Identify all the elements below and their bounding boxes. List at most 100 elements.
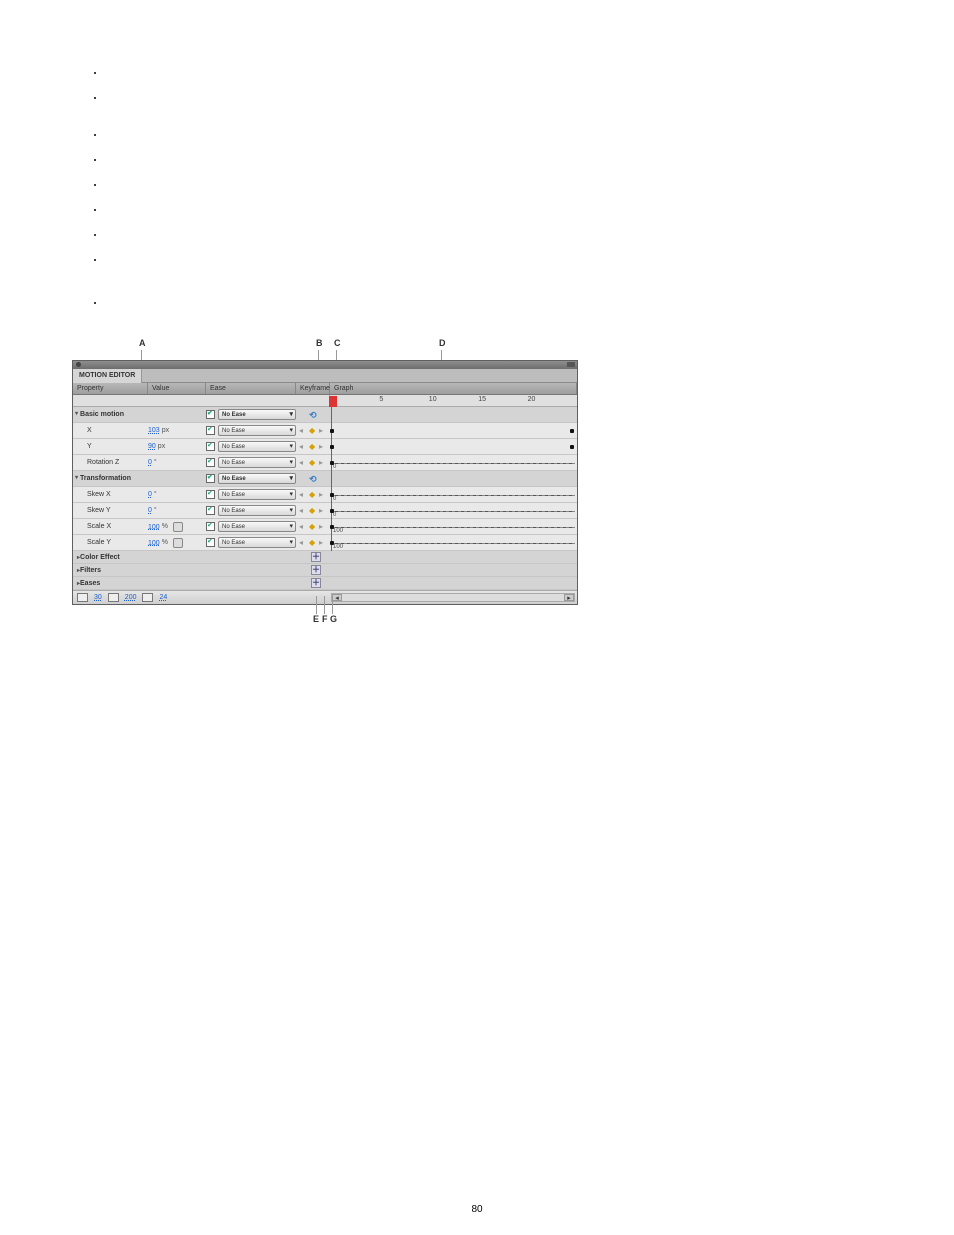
value-input-y[interactable]: 90 xyxy=(148,443,156,450)
add-ease-icon[interactable]: ＋ xyxy=(311,578,321,588)
row-x: X 103px No Ease ◂ ◆ ▸ xyxy=(73,423,577,439)
callout-C: C xyxy=(334,338,341,348)
prop-label: Skew X xyxy=(73,491,148,498)
add-keyframe-icon[interactable]: ◆ xyxy=(309,539,317,547)
group-eases[interactable]: Eases ＋ xyxy=(73,577,577,590)
group-color-effect[interactable]: Color Effect ＋ xyxy=(73,551,577,564)
group-filters[interactable]: Filters ＋ xyxy=(73,564,577,577)
column-headers: Property Value Ease Keyframe Graph xyxy=(73,383,577,395)
ease-dropdown[interactable]: No Ease xyxy=(218,537,296,548)
prop-label: X xyxy=(73,427,148,434)
ease-enable-checkbox[interactable] xyxy=(206,538,215,547)
prev-keyframe-icon[interactable]: ◂ xyxy=(299,507,307,515)
prev-keyframe-icon[interactable]: ◂ xyxy=(299,523,307,531)
link-xy-icon[interactable] xyxy=(173,538,183,548)
ease-dropdown[interactable]: No Ease xyxy=(218,409,296,420)
next-keyframe-icon[interactable]: ▸ xyxy=(319,507,327,515)
link-xy-icon[interactable] xyxy=(173,522,183,532)
value-input-scaley[interactable]: 100 xyxy=(148,539,160,546)
ease-dropdown[interactable]: No Ease xyxy=(218,473,296,484)
row-scale-y: Scale Y 100% No Ease ◂ ◆ ▸ 100 xyxy=(73,535,577,551)
next-keyframe-icon[interactable]: ▸ xyxy=(319,523,327,531)
value-input-skewy[interactable]: 0 xyxy=(148,507,152,514)
ease-dropdown[interactable]: No Ease xyxy=(218,425,296,436)
prev-keyframe-icon[interactable]: ◂ xyxy=(299,427,307,435)
value-input-skewx[interactable]: 0 xyxy=(148,491,152,498)
ease-enable-checkbox[interactable] xyxy=(206,474,215,483)
add-keyframe-icon[interactable]: ◆ xyxy=(309,443,317,451)
scroll-left-icon[interactable]: ◂ xyxy=(332,594,342,601)
add-keyframe-icon[interactable]: ◆ xyxy=(309,459,317,467)
panel-close-icon[interactable] xyxy=(76,362,81,367)
add-keyframe-icon[interactable]: ◆ xyxy=(309,491,317,499)
tab-motion-editor[interactable]: MOTION EDITOR xyxy=(73,369,142,383)
value-input-x[interactable]: 103 xyxy=(148,427,160,434)
ease-enable-checkbox[interactable] xyxy=(206,458,215,467)
prev-keyframe-icon[interactable]: ◂ xyxy=(299,491,307,499)
next-keyframe-icon[interactable]: ▸ xyxy=(319,443,327,451)
col-property[interactable]: Property xyxy=(73,383,148,394)
ease-enable-checkbox[interactable] xyxy=(206,490,215,499)
prop-label: Skew Y xyxy=(73,507,148,514)
graph-scrollbar[interactable]: ◂ ▸ xyxy=(331,593,575,602)
group-label: Color Effect xyxy=(73,554,148,561)
row-rotation-z: Rotation Z 0° No Ease ◂ ◆ ▸ 0 xyxy=(73,455,577,471)
next-keyframe-icon[interactable]: ▸ xyxy=(319,459,327,467)
panel-menu-icon[interactable] xyxy=(567,362,575,367)
prev-keyframe-icon[interactable]: ◂ xyxy=(299,539,307,547)
callout-D: D xyxy=(439,338,446,348)
col-value[interactable]: Value xyxy=(148,383,206,394)
panel-titlebar[interactable] xyxy=(73,361,577,369)
col-graph[interactable]: Graph xyxy=(330,383,577,394)
timeline-ruler[interactable]: 5 10 15 20 xyxy=(73,395,577,407)
scroll-right-icon[interactable]: ▸ xyxy=(564,594,574,601)
footer-value-3[interactable]: 24 xyxy=(159,594,167,601)
prop-label: Scale Y xyxy=(73,539,148,546)
callout-tick xyxy=(336,350,337,360)
ease-dropdown[interactable]: No Ease xyxy=(218,441,296,452)
ruler-tick: 5 xyxy=(379,396,383,403)
add-keyframe-icon[interactable]: ◆ xyxy=(309,523,317,531)
add-keyframe-icon[interactable]: ◆ xyxy=(309,507,317,515)
graph-size-icon[interactable] xyxy=(142,593,153,602)
value-input-rotz[interactable]: 0 xyxy=(148,459,152,466)
prev-keyframe-icon[interactable]: ◂ xyxy=(299,459,307,467)
ease-enable-checkbox[interactable] xyxy=(206,410,215,419)
reset-keyframes-icon[interactable]: ⟲ xyxy=(309,475,317,483)
col-ease[interactable]: Ease xyxy=(206,383,296,394)
group-transformation[interactable]: Transformation No Ease ⟲ xyxy=(73,471,577,487)
ease-dropdown[interactable]: No Ease xyxy=(218,521,296,532)
add-filter-icon[interactable]: ＋ xyxy=(311,565,321,575)
ease-enable-checkbox[interactable] xyxy=(206,506,215,515)
reset-keyframes-icon[interactable]: ⟲ xyxy=(309,411,317,419)
ease-dropdown[interactable]: No Ease xyxy=(218,457,296,468)
add-keyframe-icon[interactable]: ◆ xyxy=(309,427,317,435)
footer-value-1[interactable]: 30 xyxy=(94,594,102,601)
value-input-scalex[interactable]: 100 xyxy=(148,523,160,530)
next-keyframe-icon[interactable]: ▸ xyxy=(319,539,327,547)
ease-enable-checkbox[interactable] xyxy=(206,522,215,531)
footer-value-2[interactable]: 200 xyxy=(125,594,137,601)
bullet-item xyxy=(105,230,111,239)
add-color-effect-icon[interactable]: ＋ xyxy=(311,552,321,562)
bullet-item xyxy=(105,205,111,214)
ease-dropdown[interactable]: No Ease xyxy=(218,489,296,500)
row-y: Y 90px No Ease ◂ ◆ ▸ xyxy=(73,439,577,455)
ease-enable-checkbox[interactable] xyxy=(206,426,215,435)
next-keyframe-icon[interactable]: ▸ xyxy=(319,427,327,435)
graph-axis-label: 100 xyxy=(333,544,343,550)
expanded-graph-icon[interactable] xyxy=(77,593,88,602)
col-keyframe[interactable]: Keyframe xyxy=(296,383,330,394)
row-skew-x: Skew X 0° No Ease ◂ ◆ ▸ 0 xyxy=(73,487,577,503)
group-label: Basic motion xyxy=(73,411,148,418)
prop-label: Scale X xyxy=(73,523,148,530)
next-keyframe-icon[interactable]: ▸ xyxy=(319,491,327,499)
bullet-item xyxy=(105,93,111,102)
bullet-item xyxy=(105,298,111,307)
group-label: Transformation xyxy=(73,475,148,482)
ease-enable-checkbox[interactable] xyxy=(206,442,215,451)
viewable-frames-icon[interactable] xyxy=(108,593,119,602)
prev-keyframe-icon[interactable]: ◂ xyxy=(299,443,307,451)
group-basic-motion[interactable]: Basic motion No Ease ⟲ xyxy=(73,407,577,423)
ease-dropdown[interactable]: No Ease xyxy=(218,505,296,516)
